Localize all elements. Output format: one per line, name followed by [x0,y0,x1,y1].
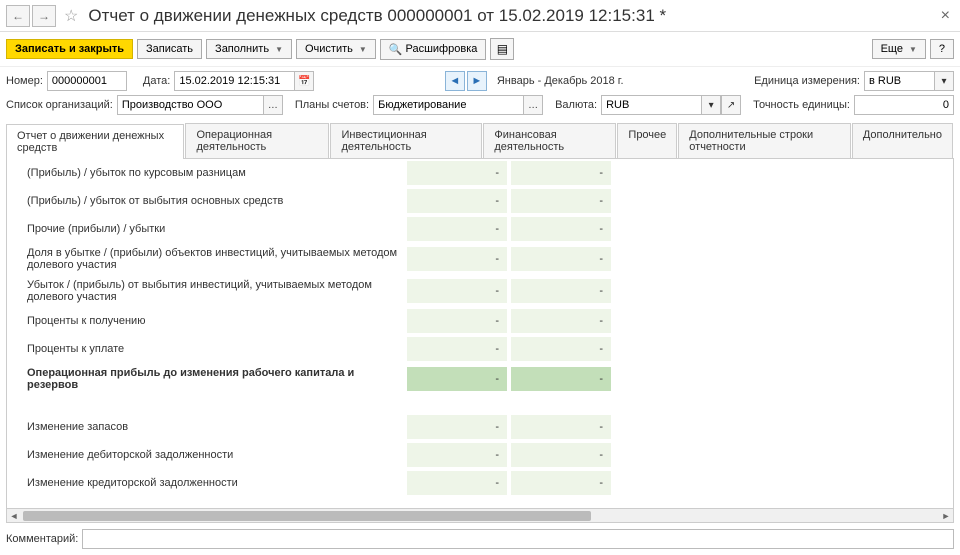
orgs-label: Список организаций: [6,99,113,111]
favorite-star-icon[interactable]: ☆ [64,6,78,26]
comment-input[interactable] [82,529,954,549]
nav-back-button[interactable]: ← [6,5,30,27]
table-row[interactable]: Изменение кредиторской задолженности-- [7,469,953,497]
period-next-button[interactable]: ► [467,71,487,91]
table-row[interactable]: Изменение запасов-- [7,413,953,441]
ellipsis-icon[interactable]: … [263,95,283,115]
toolbar-misc-button[interactable]: ▤ [490,38,514,60]
date-input[interactable] [174,71,294,91]
table-row[interactable]: (Прибыль) / убыток по курсовым разницам-… [7,159,953,187]
decode-button[interactable]: 🔍Расшифровка [380,39,487,60]
calendar-icon[interactable]: 📅 [294,71,314,91]
row-label: Доля в убытке / (прибыли) объектов инвес… [7,243,407,275]
tab-5[interactable]: Дополнительные строки отчетности [678,123,851,158]
row-value-1[interactable]: - [407,309,507,333]
chevron-down-icon: ▼ [275,45,283,54]
number-input[interactable] [47,71,127,91]
row-value-2[interactable]: - [511,161,611,185]
tab-6[interactable]: Дополнительно [852,123,953,158]
number-label: Номер: [6,75,43,87]
tab-0[interactable]: Отчет о движении денежных средств [6,124,184,159]
row-value-2[interactable]: - [511,309,611,333]
period-prev-button[interactable]: ◄ [445,71,465,91]
clear-button[interactable]: Очистить▼ [296,39,376,59]
row-label: Проценты к уплате [7,339,407,359]
row-value-2[interactable]: - [511,415,611,439]
chevron-down-icon: ▼ [359,45,367,54]
chevron-down-icon[interactable]: ▾ [701,95,721,115]
table-row[interactable]: Операционная прибыль до изменения рабоче… [7,363,953,395]
row-value-1[interactable]: - [407,217,507,241]
table-row[interactable]: Прочие (прибыли) / убытки-- [7,215,953,243]
row-label: Изменение кредиторской задолженности [7,473,407,493]
table-row[interactable]: Доля в убытке / (прибыли) объектов инвес… [7,243,953,275]
table-row[interactable]: (Прибыль) / убыток от выбытия основных с… [7,187,953,215]
row-value-2[interactable]: - [511,471,611,495]
currency-label: Валюта: [555,99,597,111]
table-row[interactable]: Изменение дебиторской задолженности-- [7,441,953,469]
row-value-2[interactable]: - [511,247,611,271]
row-label: Операционная прибыль до изменения рабоче… [7,363,407,395]
row-value-1[interactable]: - [407,415,507,439]
row-value-2[interactable]: - [511,367,611,391]
row-label: (Прибыль) / убыток по курсовым разницам [7,163,407,183]
magnifier-icon: 🔍 [389,43,403,56]
row-value-2[interactable]: - [511,217,611,241]
help-button[interactable]: ? [930,39,954,59]
row-value-1[interactable]: - [407,279,507,303]
precision-label: Точность единицы: [753,99,850,111]
tab-3[interactable]: Финансовая деятельность [483,123,616,158]
row-label: (Прибыль) / убыток от выбытия основных с… [7,191,407,211]
open-icon[interactable]: ↗ [721,95,741,115]
row-value-1[interactable]: - [407,247,507,271]
tab-4[interactable]: Прочее [617,123,677,158]
page-title: Отчет о движении денежных средств 000000… [88,6,936,26]
save-close-button[interactable]: Записать и закрыть [6,39,133,59]
row-label: Изменение запасов [7,417,407,437]
row-value-2[interactable]: - [511,279,611,303]
row-value-1[interactable]: - [407,471,507,495]
period-text: Январь - Декабрь 2018 г. [497,75,624,87]
chevron-down-icon: ▼ [909,45,917,54]
precision-input[interactable] [854,95,954,115]
row-label: Проценты к получению [7,311,407,331]
row-label: Изменение дебиторской задолженности [7,445,407,465]
row-label: Прочие (прибыли) / убытки [7,219,407,239]
orgs-input[interactable] [117,95,263,115]
row-value-2[interactable]: - [511,189,611,213]
tab-2[interactable]: Инвестиционная деятельность [330,123,482,158]
row-value-1[interactable]: - [407,337,507,361]
table-row[interactable]: Проценты к уплате-- [7,335,953,363]
nav-forward-button[interactable]: → [32,5,56,27]
unit-input[interactable] [864,71,934,91]
currency-input[interactable] [601,95,701,115]
close-icon[interactable]: × [937,7,954,25]
date-label: Дата: [143,75,170,87]
row-value-1[interactable]: - [407,161,507,185]
row-value-2[interactable]: - [511,443,611,467]
table-row[interactable]: Проценты к получению-- [7,307,953,335]
row-value-1[interactable]: - [407,443,507,467]
tab-1[interactable]: Операционная деятельность [185,123,329,158]
row-value-1[interactable]: - [407,189,507,213]
plans-input[interactable] [373,95,523,115]
chevron-down-icon[interactable]: ▾ [934,71,954,91]
row-value-2[interactable]: - [511,337,611,361]
more-button[interactable]: Еще▼ [872,39,926,59]
table-row[interactable]: Убыток / (прибыль) от выбытия инвестиций… [7,275,953,307]
unit-label: Единица измерения: [754,75,860,87]
ellipsis-icon[interactable]: … [523,95,543,115]
horizontal-scrollbar[interactable]: ◄ ► [6,509,954,523]
row-value-1[interactable]: - [407,367,507,391]
fill-button[interactable]: Заполнить▼ [206,39,292,59]
comment-label: Комментарий: [6,533,78,545]
row-label: Убыток / (прибыль) от выбытия инвестиций… [7,275,407,307]
plans-label: Планы счетов: [295,99,369,111]
save-button[interactable]: Записать [137,39,202,59]
